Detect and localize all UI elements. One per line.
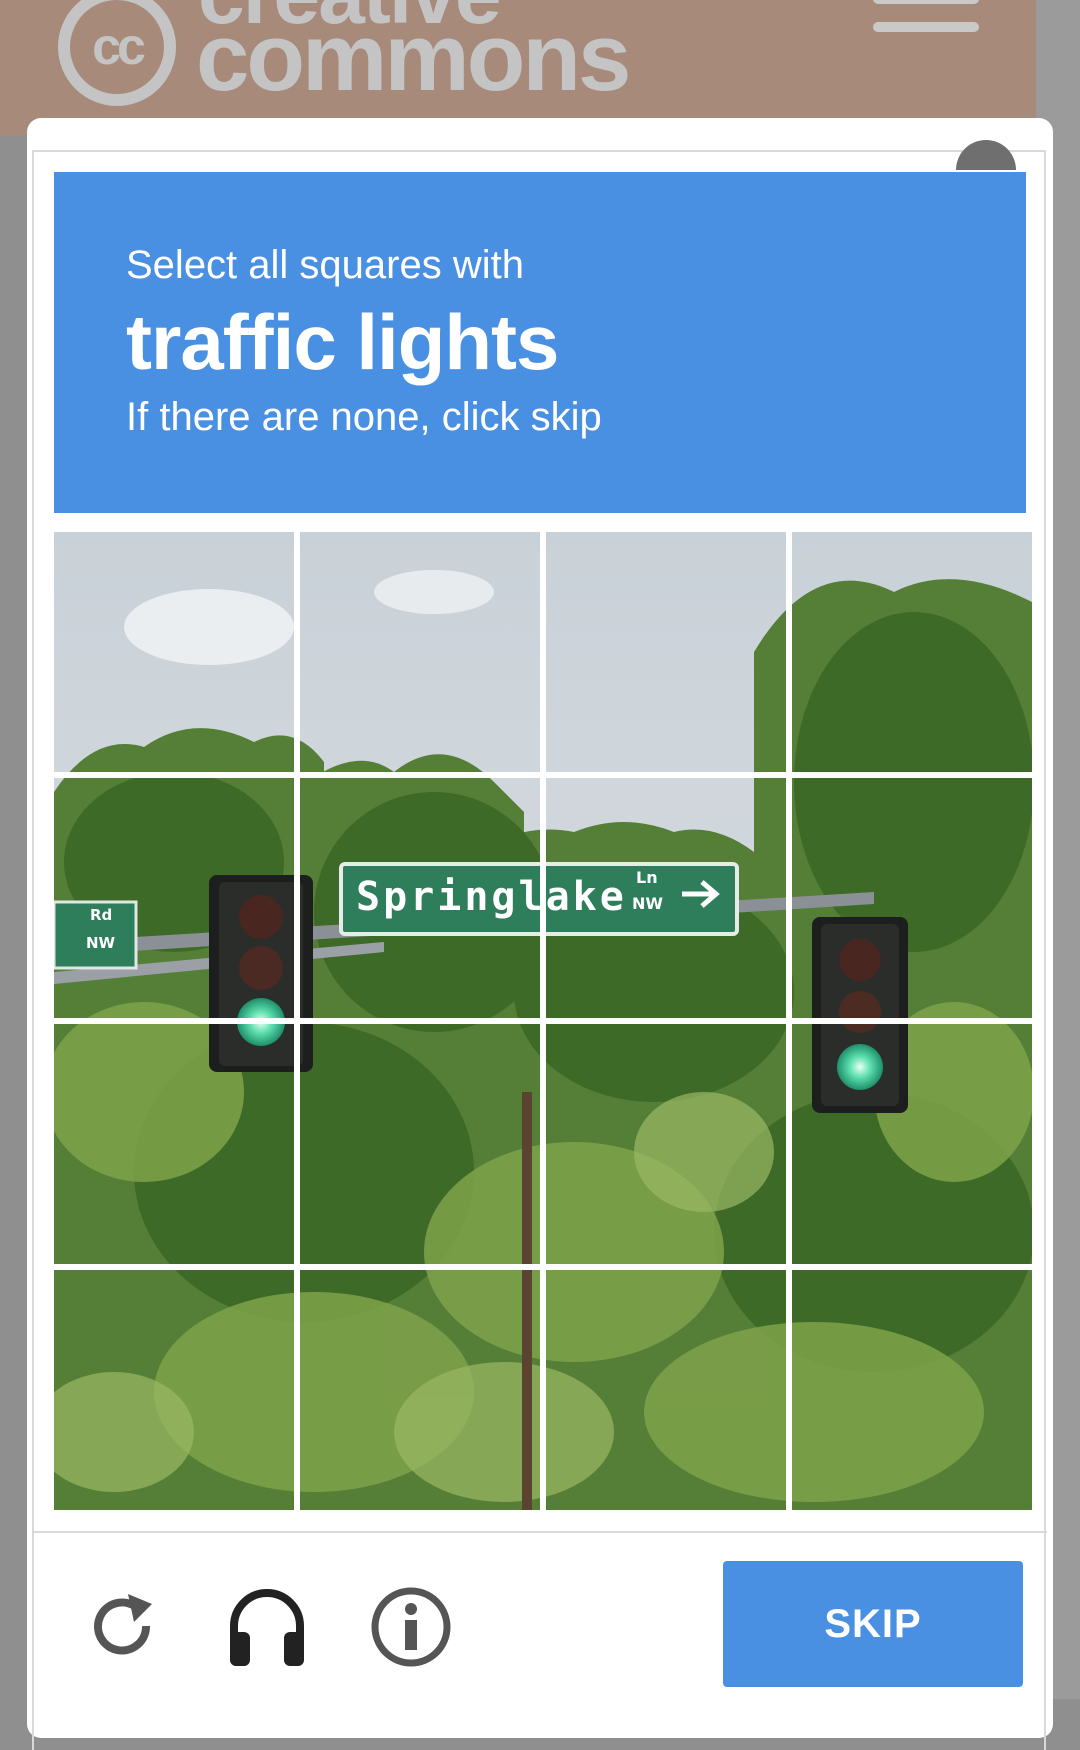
grid-tile-r3c1[interactable]: [54, 1024, 294, 1264]
footer-divider: [33, 1531, 1047, 1533]
grid-tile-r1c4[interactable]: [792, 532, 1032, 772]
grid-tile-r2c2[interactable]: [300, 778, 540, 1018]
grid-tile-r1c1[interactable]: [54, 532, 294, 772]
grid-tile-r1c2[interactable]: [300, 532, 540, 772]
info-icon[interactable]: [366, 1582, 456, 1672]
grid-tile-r4c4[interactable]: [792, 1270, 1032, 1510]
prompt-instruction: Select all squares with: [126, 243, 524, 287]
grid-tile-r2c1[interactable]: [54, 778, 294, 1018]
logo-word-commons: commons: [196, 4, 631, 111]
grid-tile-r4c3[interactable]: [546, 1270, 786, 1510]
prompt-target: traffic lights: [126, 298, 559, 386]
grid-tile-r2c3[interactable]: [546, 778, 786, 1018]
prompt-hint: If there are none, click skip: [126, 395, 602, 439]
reload-icon[interactable]: [78, 1582, 168, 1672]
grid-tile-r3c2[interactable]: [300, 1024, 540, 1264]
grid-tile-r4c1[interactable]: [54, 1270, 294, 1510]
menu-hamburger-icon[interactable]: [873, 0, 979, 40]
grid-tile-r2c4[interactable]: [792, 778, 1032, 1018]
audio-headphones-icon[interactable]: [222, 1582, 312, 1672]
captcha-image-grid: Springlake Ln NW Rd NW: [54, 532, 1032, 1510]
creative-commons-logo[interactable]: cc creative commons: [58, 0, 758, 110]
captcha-prompt: Select all squares with traffic lights I…: [54, 172, 1026, 513]
grid-tile-r3c3[interactable]: [546, 1024, 786, 1264]
grid-tile-r1c3[interactable]: [546, 532, 786, 772]
grid-tile-r3c4[interactable]: [792, 1024, 1032, 1264]
cc-logo-mark: cc: [58, 0, 176, 106]
grid-tile-r4c2[interactable]: [300, 1270, 540, 1510]
skip-button[interactable]: SKIP: [723, 1561, 1023, 1687]
site-header: cc creative commons: [0, 0, 1080, 136]
